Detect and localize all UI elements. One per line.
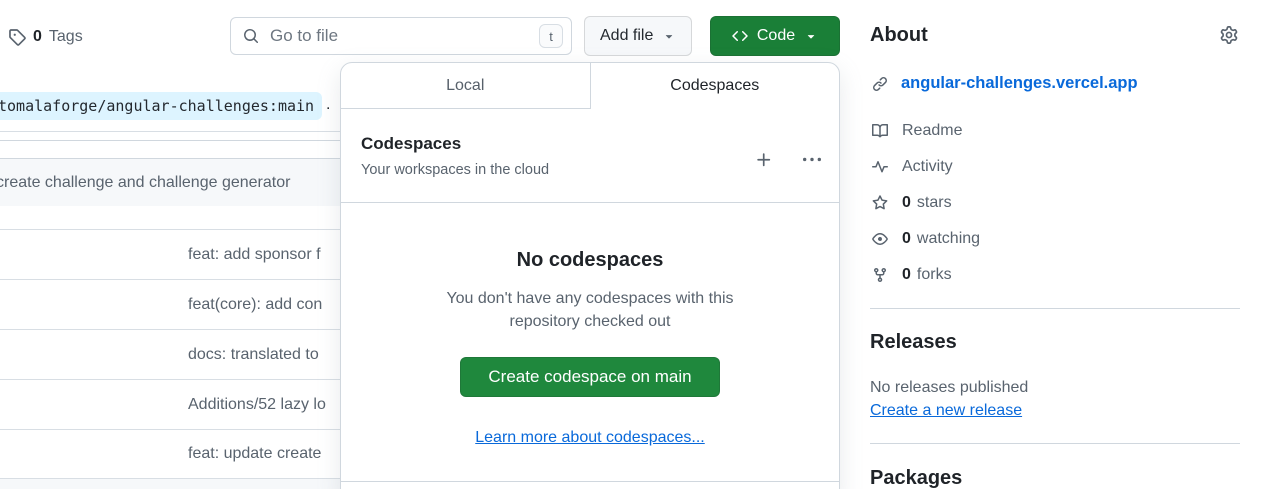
plus-icon (755, 151, 773, 169)
codespaces-subtitle: Your workspaces in the cloud (361, 162, 549, 178)
sidebar-item-stars[interactable]: 0 stars (872, 192, 952, 214)
divider (341, 481, 839, 482)
repo-sidebar: About angular-challenges.vercel.app Read… (870, 0, 1240, 489)
watching-count: 0 (902, 230, 911, 248)
banner-period: . (326, 96, 330, 114)
divider (0, 140, 343, 141)
code-dropdown: Local Codespaces Codespaces Your workspa… (340, 62, 840, 489)
tags-label: Tags (49, 28, 83, 46)
commit-message-link[interactable]: feat(core): add con (188, 296, 322, 314)
forks-count: 0 (902, 266, 911, 284)
repo-forked-icon (872, 267, 888, 283)
branch-ref-chip[interactable]: tomalaforge/angular-challenges:main (0, 92, 322, 120)
shortcut-key-badge: t (539, 24, 563, 48)
code-dropdown-tabs: Local Codespaces (341, 63, 839, 109)
sidebar-item-activity[interactable]: Activity (872, 156, 953, 178)
pulse-icon (872, 159, 888, 175)
about-settings-button[interactable] (1220, 26, 1238, 44)
chevron-down-icon (662, 29, 676, 43)
tab-codespaces[interactable]: Codespaces (591, 63, 840, 109)
eye-icon (872, 231, 888, 247)
table-row[interactable]: Additions/52 lazy lo (0, 379, 344, 429)
empty-state-description: You don't have any codespaces with this … (420, 287, 760, 333)
readme-label: Readme (902, 122, 962, 140)
tags-link[interactable]: 0 Tags (8, 26, 83, 48)
tab-local[interactable]: Local (341, 63, 591, 109)
add-file-button[interactable]: Add file (584, 16, 692, 56)
releases-empty-text: No releases published (870, 379, 1028, 397)
learn-more-link[interactable]: Learn more about codespaces... (475, 429, 704, 447)
divider (0, 131, 343, 132)
table-row[interactable]: feat(core): add con (0, 279, 344, 329)
codespaces-header: Codespaces Your workspaces in the cloud (341, 109, 839, 203)
github-repo-page: 0 Tags t Add file Code tomalaforge/angul… (0, 0, 1278, 489)
search-icon (243, 28, 259, 44)
gear-icon (1220, 26, 1238, 44)
book-icon (872, 123, 888, 139)
sidebar-item-readme[interactable]: Readme (872, 120, 962, 142)
codespaces-title: Codespaces (361, 134, 461, 154)
file-table: feat: add sponsor f feat(core): add con … (0, 229, 344, 479)
table-row[interactable]: docs: translated to (0, 329, 344, 379)
go-to-file-search[interactable]: t (230, 17, 572, 55)
divider (870, 308, 1240, 309)
search-input[interactable] (268, 25, 539, 47)
star-icon (872, 195, 888, 211)
website-link[interactable]: angular-challenges.vercel.app (901, 74, 1138, 93)
watching-label: watching (917, 230, 980, 248)
code-button-label: Code (757, 27, 795, 45)
link-icon (872, 76, 888, 92)
codespaces-empty-state: No codespaces You don't have any codespa… (341, 249, 839, 447)
packages-title: Packages (870, 467, 962, 489)
forks-label: forks (917, 266, 952, 284)
add-file-label: Add file (600, 27, 653, 45)
releases-title: Releases (870, 331, 957, 354)
activity-label: Activity (902, 158, 953, 176)
stars-label: stars (917, 194, 952, 212)
stars-count: 0 (902, 194, 911, 212)
tag-icon (8, 28, 26, 46)
latest-commit-bar[interactable]: create challenge and challenge generator (0, 158, 344, 206)
kebab-horizontal-icon (803, 151, 821, 169)
table-row[interactable]: feat: update create (0, 429, 344, 479)
about-title: About (870, 24, 928, 47)
new-codespace-button[interactable] (753, 149, 775, 171)
commit-message-link[interactable]: feat: update create (188, 445, 321, 463)
tags-count: 0 (33, 28, 42, 46)
divider (870, 443, 1240, 444)
codespaces-options-button[interactable] (801, 149, 823, 171)
sidebar-item-watching[interactable]: 0 watching (872, 228, 980, 250)
code-icon (732, 28, 748, 44)
empty-state-title: No codespaces (341, 249, 839, 272)
commit-message-link[interactable]: docs: translated to (188, 346, 319, 364)
chevron-down-icon (804, 29, 818, 43)
create-codespace-button[interactable]: Create codespace on main (460, 357, 719, 397)
latest-commit-message[interactable]: create challenge and challenge generator (0, 174, 290, 192)
commit-message-link[interactable]: feat: add sponsor f (188, 246, 321, 264)
sidebar-item-forks[interactable]: 0 forks (872, 264, 952, 286)
partial-row (0, 479, 344, 489)
code-button[interactable]: Code (710, 16, 840, 56)
website-row[interactable]: angular-challenges.vercel.app (872, 74, 1138, 93)
table-row[interactable]: feat: add sponsor f (0, 229, 344, 279)
commit-message-link[interactable]: Additions/52 lazy lo (188, 396, 326, 414)
create-release-link[interactable]: Create a new release (870, 402, 1022, 420)
